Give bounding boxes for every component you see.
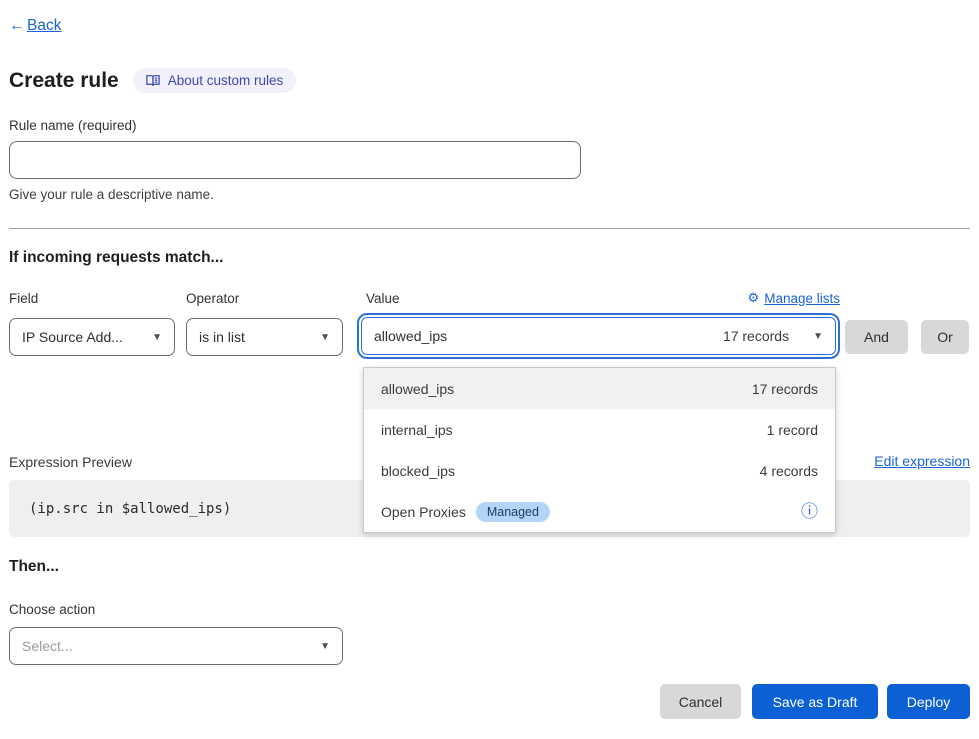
list-option-records: 4 records bbox=[760, 463, 818, 479]
operator-select-value: is in list bbox=[199, 329, 245, 345]
list-option-records: 17 records bbox=[752, 381, 818, 397]
create-rule-page: ←Back Create rule About custom rules Rul… bbox=[0, 0, 979, 739]
field-label: Field bbox=[9, 291, 38, 306]
section-divider bbox=[9, 228, 970, 229]
match-section-heading: If incoming requests match... bbox=[9, 249, 223, 267]
back-arrow-icon: ← bbox=[9, 17, 25, 35]
chevron-down-icon: ▼ bbox=[320, 641, 330, 652]
chevron-down-icon: ▼ bbox=[152, 332, 162, 343]
list-option-name: Open Proxies bbox=[381, 504, 466, 520]
rule-name-label: Rule name (required) bbox=[9, 118, 137, 133]
field-select-value: IP Source Add... bbox=[22, 329, 123, 345]
back-link[interactable]: ←Back bbox=[9, 17, 61, 35]
back-link-label: Back bbox=[27, 17, 61, 35]
book-icon bbox=[146, 74, 160, 87]
list-option-blocked-ips[interactable]: blocked_ips 4 records bbox=[364, 450, 835, 491]
list-option-name: internal_ips bbox=[381, 422, 453, 438]
list-dropdown-panel: allowed_ips 17 records internal_ips 1 re… bbox=[363, 367, 836, 533]
list-option-records: 1 record bbox=[767, 422, 818, 438]
choose-action-label: Choose action bbox=[9, 602, 95, 617]
manage-lists-link[interactable]: ⚙ Manage lists bbox=[748, 290, 840, 306]
value-label: Value bbox=[366, 291, 400, 306]
title-row: Create rule About custom rules bbox=[9, 68, 296, 93]
action-select-placeholder: Select... bbox=[22, 638, 73, 654]
value-select-records: 17 records bbox=[723, 328, 789, 344]
managed-badge: Managed bbox=[476, 502, 550, 522]
value-select-value: allowed_ips bbox=[374, 328, 447, 344]
manage-lists-label: Manage lists bbox=[764, 291, 840, 306]
and-button[interactable]: And bbox=[845, 320, 908, 354]
cancel-button[interactable]: Cancel bbox=[660, 684, 741, 719]
list-option-name: blocked_ips bbox=[381, 463, 455, 479]
edit-expression-link[interactable]: Edit expression bbox=[874, 453, 970, 469]
deploy-button[interactable]: Deploy bbox=[887, 684, 970, 719]
info-icon[interactable]: ⓘ bbox=[801, 503, 818, 520]
about-custom-rules-label: About custom rules bbox=[168, 73, 284, 88]
chevron-down-icon: ▼ bbox=[320, 332, 330, 343]
expression-preview-label: Expression Preview bbox=[9, 454, 132, 470]
rule-name-helper: Give your rule a descriptive name. bbox=[9, 187, 214, 202]
then-section-heading: Then... bbox=[9, 558, 59, 576]
gear-icon: ⚙ bbox=[748, 290, 760, 306]
list-option-internal-ips[interactable]: internal_ips 1 record bbox=[364, 409, 835, 450]
action-select[interactable]: Select... ▼ bbox=[9, 627, 343, 665]
page-title: Create rule bbox=[9, 69, 119, 93]
list-option-name: allowed_ips bbox=[381, 381, 454, 397]
field-select[interactable]: IP Source Add... ▼ bbox=[9, 318, 175, 356]
value-select[interactable]: allowed_ips 17 records ▼ bbox=[361, 317, 836, 355]
chevron-down-icon: ▼ bbox=[813, 331, 823, 342]
save-as-draft-button[interactable]: Save as Draft bbox=[752, 684, 878, 719]
rule-name-input[interactable] bbox=[9, 141, 581, 179]
about-custom-rules-link[interactable]: About custom rules bbox=[133, 68, 297, 93]
expression-code: (ip.src in $allowed_ips) bbox=[29, 501, 231, 517]
value-select-focus-ring: allowed_ips 17 records ▼ bbox=[357, 313, 840, 359]
or-button[interactable]: Or bbox=[921, 320, 969, 354]
list-option-open-proxies[interactable]: Open Proxies Managed ⓘ bbox=[364, 491, 835, 532]
list-option-allowed-ips[interactable]: allowed_ips 17 records bbox=[364, 368, 835, 409]
operator-select[interactable]: is in list ▼ bbox=[186, 318, 343, 356]
operator-label: Operator bbox=[186, 291, 239, 306]
